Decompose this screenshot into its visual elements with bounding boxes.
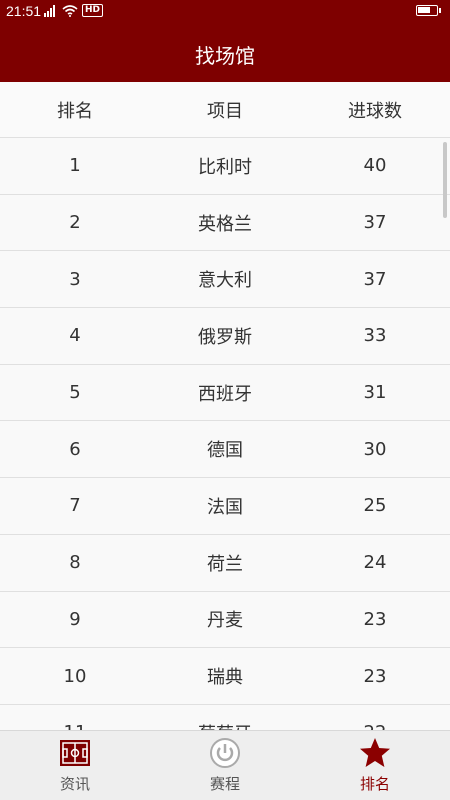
team-cell: 丹麦: [207, 610, 243, 632]
tab-ranking-label: 排名: [359, 775, 390, 793]
tab-news-label: 资讯: [59, 775, 90, 793]
goals-cell: 40: [363, 155, 387, 177]
goals-cell: 23: [363, 608, 387, 630]
table-row[interactable]: 1 比利时 40: [0, 138, 450, 195]
team-cell: 德国: [207, 440, 243, 462]
table-row[interactable]: 5 西班牙 31: [0, 364, 450, 422]
table-row[interactable]: 6 德国 30: [0, 421, 450, 479]
star-icon: [360, 738, 390, 767]
goals-cell: 31: [363, 382, 387, 404]
column-header-goals: 进球数: [348, 100, 402, 122]
rank-cell: 2: [69, 212, 81, 234]
rank-cell: 6: [69, 438, 81, 460]
team-cell: 瑞典: [207, 667, 243, 689]
tab-schedule-label: 赛程: [209, 775, 240, 793]
goals-cell: 37: [363, 212, 387, 234]
table-header: 排名 项目 进球数: [0, 82, 450, 138]
scrollbar[interactable]: [443, 142, 447, 218]
tab-ranking[interactable]: 排名: [300, 731, 450, 800]
goals-cell: 37: [363, 268, 387, 290]
column-header-team: 项目: [207, 100, 243, 122]
tab-schedule[interactable]: 赛程: [150, 731, 300, 800]
status-time: 21:51: [6, 3, 42, 19]
team-cell: 葡萄牙: [165, 705, 285, 730]
column-header-rank: 排名: [57, 100, 93, 122]
status-bar: 21:51 HD: [0, 0, 450, 24]
rank-cell: 10: [63, 665, 87, 687]
wifi-icon: [62, 4, 78, 17]
goals-cell: 24: [363, 552, 387, 574]
team-cell: 俄罗斯: [198, 326, 252, 348]
bottom-tab-bar: 资讯 赛程 排名: [0, 730, 450, 800]
rank-cell: 5: [69, 382, 81, 404]
team-cell: 比利时: [198, 156, 252, 178]
rank-cell: 3: [69, 268, 81, 290]
goals-cell: 33: [363, 325, 387, 347]
goals-cell: 23: [363, 665, 387, 687]
goals-cell: 30: [363, 438, 387, 460]
rank-cell: 11: [15, 705, 135, 730]
rank-cell: 8: [69, 552, 81, 574]
ranking-table[interactable]: 排名 项目 进球数 1 比利时 40 2 英格兰 37 3 意大利 37 4 俄罗斯 33 5 西班牙 31…: [0, 82, 450, 730]
table-row[interactable]: 2 英格兰 37: [0, 194, 450, 252]
battery-icon: [416, 5, 441, 16]
table-row[interactable]: 11 葡萄牙 22: [0, 704, 450, 730]
table-row[interactable]: 7 法国 25: [0, 478, 450, 535]
team-cell: 意大利: [198, 270, 252, 292]
table-row[interactable]: 8 荷兰 24: [0, 534, 450, 592]
power-icon: [210, 738, 240, 768]
team-cell: 法国: [207, 496, 243, 518]
team-cell: 荷兰: [207, 553, 243, 575]
tab-news[interactable]: 资讯: [0, 731, 150, 800]
app-header: 21:51 HD 找场馆: [0, 0, 450, 82]
rank-cell: 9: [69, 608, 81, 630]
table-row[interactable]: 10 瑞典 23: [0, 648, 450, 705]
table-row[interactable]: 3 意大利 37: [0, 251, 450, 309]
hd-icon: HD: [82, 4, 104, 17]
status-icons: HD: [44, 4, 104, 17]
rank-cell: 7: [69, 495, 81, 517]
team-cell: 英格兰: [198, 213, 252, 235]
goals-cell: 25: [363, 495, 387, 517]
page-title: 找场馆: [195, 44, 255, 68]
signal-icon: [44, 4, 58, 17]
table-row[interactable]: 9 丹麦 23: [0, 591, 450, 649]
goals-cell: 22: [315, 705, 435, 730]
field-icon: [60, 740, 90, 766]
rank-cell: 4: [69, 325, 81, 347]
table-row[interactable]: 4 俄罗斯 33: [0, 308, 450, 365]
team-cell: 西班牙: [198, 383, 252, 405]
rank-cell: 1: [69, 155, 81, 177]
